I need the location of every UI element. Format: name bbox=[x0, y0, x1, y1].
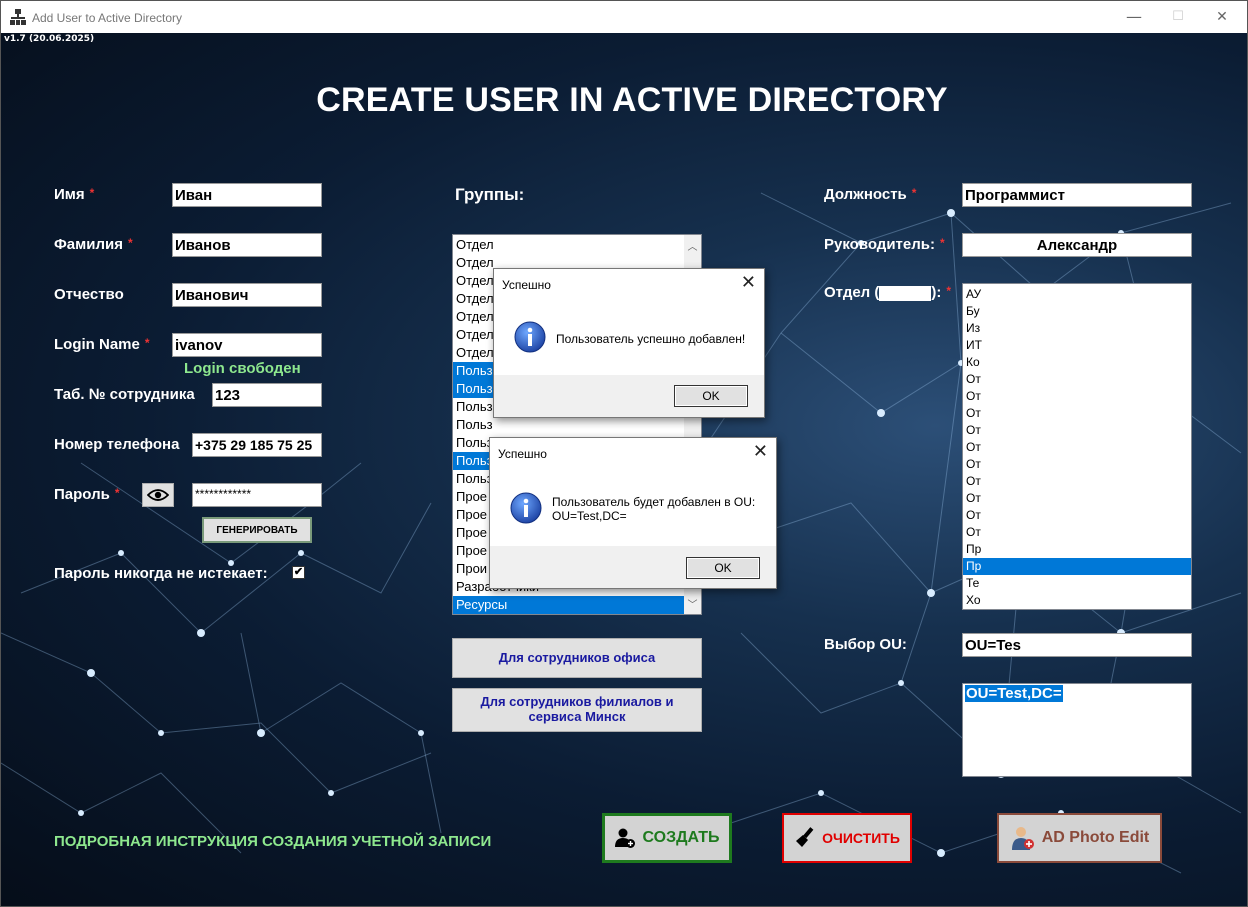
department-item[interactable]: АУ bbox=[963, 286, 1191, 303]
success-dialog-2: Успешно ✕ Пользователь будет добавлен в … bbox=[489, 437, 777, 589]
department-item[interactable]: Из bbox=[963, 320, 1191, 337]
department-item[interactable]: Бу bbox=[963, 303, 1191, 320]
title-bar: Add User to Active Directory — ☐ ✕ bbox=[1, 1, 1247, 33]
dialog-close-icon[interactable]: ✕ bbox=[741, 272, 756, 293]
phone-label: Номер телефона bbox=[54, 436, 180, 453]
branch-staff-button[interactable]: Для сотрудников филиалов и сервиса Минск bbox=[452, 688, 702, 732]
app-window: Add User to Active Directory — ☐ ✕ v1.7 … bbox=[0, 0, 1248, 907]
login-input[interactable]: ivanov bbox=[172, 333, 322, 357]
close-button[interactable]: ✕ bbox=[1199, 5, 1245, 29]
ou-result-text: OU=Test,DC= bbox=[965, 685, 1063, 702]
eye-icon bbox=[146, 489, 170, 501]
department-item[interactable]: От bbox=[963, 456, 1191, 473]
dialog-footer: OK bbox=[490, 546, 776, 588]
info-icon bbox=[510, 492, 542, 524]
ou-input[interactable]: OU=Tes bbox=[962, 633, 1192, 657]
last-name-input[interactable]: Иванов bbox=[172, 233, 322, 257]
department-item[interactable]: Пр bbox=[963, 558, 1191, 575]
clear-button[interactable]: ОЧИСТИТЬ bbox=[782, 813, 912, 863]
dialog-title: Успешно bbox=[502, 278, 551, 292]
ok-button[interactable]: OK bbox=[686, 557, 760, 579]
middle-name-label: Отчество bbox=[54, 286, 124, 303]
success-dialog-1: Успешно ✕ Пользователь успешно добавлен!… bbox=[493, 268, 765, 418]
photo-edit-button[interactable]: AD Photo Edit bbox=[997, 813, 1162, 863]
dialog-close-icon[interactable]: ✕ bbox=[753, 441, 768, 462]
last-name-label: Фамилия * bbox=[54, 236, 133, 253]
position-label: Должность * bbox=[824, 186, 917, 203]
department-item[interactable]: Пр bbox=[963, 541, 1191, 558]
user-photo-icon bbox=[1011, 827, 1034, 850]
ou-result-box[interactable]: OU=Test,DC= bbox=[962, 683, 1192, 777]
dialog-message: Пользователь успешно добавлен! bbox=[556, 332, 746, 346]
employee-id-label: Таб. № сотрудника bbox=[54, 386, 195, 403]
first-name-input[interactable]: Иван bbox=[172, 183, 322, 207]
photo-edit-label: AD Photo Edit bbox=[1041, 829, 1150, 846]
department-item[interactable]: ИТ bbox=[963, 337, 1191, 354]
password-label: Пароль * bbox=[54, 486, 120, 503]
minimize-button[interactable]: — bbox=[1111, 5, 1157, 29]
page-title: CREATE USER IN ACTIVE DIRECTORY bbox=[316, 81, 948, 119]
department-item[interactable]: Хо bbox=[963, 592, 1191, 609]
dialog-footer: OK bbox=[494, 375, 764, 417]
position-input[interactable]: Программист bbox=[962, 183, 1192, 207]
show-password-button[interactable] bbox=[142, 483, 174, 507]
department-item[interactable]: От bbox=[963, 490, 1191, 507]
department-item[interactable]: От bbox=[963, 507, 1191, 524]
window-title: Add User to Active Directory bbox=[32, 11, 183, 25]
info-icon bbox=[514, 321, 546, 353]
login-status: Login свободен bbox=[184, 360, 301, 377]
office-staff-button[interactable]: Для сотрудников офиса bbox=[452, 638, 702, 678]
department-label: Отдел (): * bbox=[824, 284, 952, 301]
department-item[interactable]: От bbox=[963, 439, 1191, 456]
add-user-icon bbox=[615, 828, 636, 848]
password-input[interactable]: ************ bbox=[192, 483, 322, 507]
manager-label: Руководитель: * bbox=[824, 236, 945, 253]
employee-id-input[interactable]: 123 bbox=[212, 383, 322, 407]
login-label: Login Name * bbox=[54, 336, 150, 353]
department-item[interactable]: От bbox=[963, 405, 1191, 422]
version-label: v1.7 (20.06.2025) bbox=[4, 34, 95, 44]
generate-password-button[interactable]: ГЕНЕРИРОВАТЬ bbox=[202, 517, 312, 543]
maximize-button[interactable]: ☐ bbox=[1155, 5, 1201, 29]
ok-button[interactable]: OK bbox=[674, 385, 748, 407]
department-item[interactable]: От bbox=[963, 524, 1191, 541]
dialog-title: Успешно bbox=[498, 447, 547, 461]
network-icon bbox=[10, 9, 26, 25]
create-button[interactable]: СОЗДАТЬ bbox=[602, 813, 732, 863]
broom-icon bbox=[796, 827, 814, 847]
scroll-up-icon[interactable]: ︿ bbox=[684, 238, 701, 253]
middle-name-input[interactable]: Иванович bbox=[172, 283, 322, 307]
groups-label: Группы: bbox=[455, 185, 525, 204]
dialog-message: Пользователь будет добавлен в OU: OU=Test… bbox=[552, 495, 756, 523]
create-button-label: СОЗДАТЬ bbox=[642, 829, 720, 846]
department-item[interactable]: От bbox=[963, 371, 1191, 388]
phone-input[interactable]: +375 29 185 75 25 bbox=[192, 433, 322, 457]
department-item[interactable]: Ко bbox=[963, 354, 1191, 371]
never-expires-checkbox[interactable]: ✔ bbox=[292, 566, 305, 579]
department-item[interactable]: От bbox=[963, 422, 1191, 439]
manager-input[interactable]: Александр bbox=[962, 233, 1192, 257]
department-item[interactable]: Те bbox=[963, 575, 1191, 592]
ou-label: Выбор OU: bbox=[824, 636, 907, 653]
department-item[interactable]: От bbox=[963, 473, 1191, 490]
department-item[interactable]: От bbox=[963, 388, 1191, 405]
instructions-link[interactable]: ПОДРОБНАЯ ИНСТРУКЦИЯ СОЗДАНИЯ УЧЕТНОЙ ЗА… bbox=[54, 833, 491, 850]
group-item[interactable]: Ресурсы bbox=[453, 596, 701, 614]
group-item[interactable]: Польз bbox=[453, 416, 701, 434]
department-listbox[interactable]: АУ Бу Из ИТ Ко От От От От От От От От От От Пр Пр Те Хо bbox=[962, 283, 1192, 610]
never-expires-label: Пароль никогда не истекает: bbox=[54, 565, 268, 582]
clear-button-label: ОЧИСТИТЬ bbox=[822, 830, 900, 846]
redacted-block bbox=[879, 285, 932, 301]
group-item[interactable]: Отдел bbox=[453, 236, 701, 254]
main-panel: v1.7 (20.06.2025) CREATE USER IN ACTIVE … bbox=[1, 33, 1247, 906]
scroll-down-icon[interactable]: ﹀ bbox=[684, 596, 701, 611]
first-name-label: Имя * bbox=[54, 186, 95, 203]
